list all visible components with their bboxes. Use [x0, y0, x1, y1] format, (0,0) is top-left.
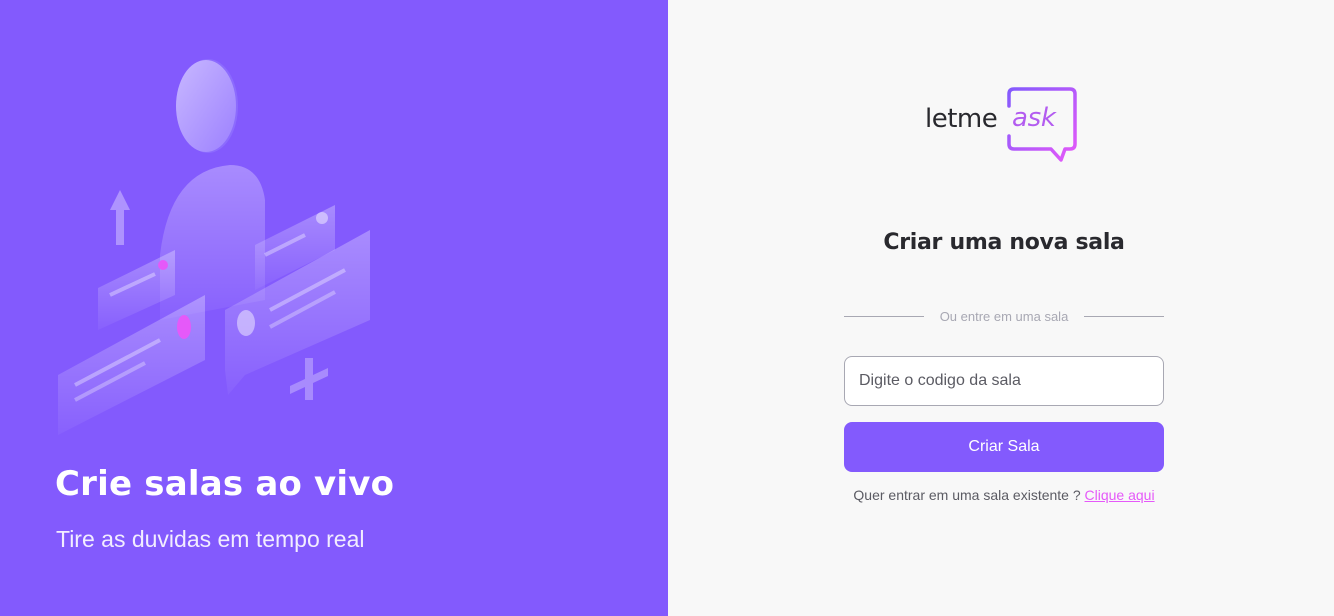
aside-panel: Crie salas ao vivo Tire as duvidas em te… [0, 0, 668, 616]
page-title: Criar uma nova sala [883, 230, 1125, 255]
existing-room-link[interactable]: Clique aqui [1085, 487, 1155, 503]
create-room-button[interactable]: Criar Sala [844, 422, 1164, 472]
separator: Ou entre em uma sala [844, 309, 1164, 324]
separator-text: Ou entre em uma sala [939, 309, 1069, 324]
separator-line-left [844, 316, 924, 317]
question-and-answer-illustration [58, 59, 370, 435]
letmeask-logo: letme ask [919, 86, 1089, 164]
existing-room-prompt: Quer entrar em uma sala existente ? Cliq… [853, 487, 1154, 503]
existing-room-text: Quer entrar em uma sala existente ? [853, 487, 1081, 503]
main-content: letme ask Criar uma nova sala Ou entre e… [844, 86, 1164, 503]
logo-word: letme [925, 104, 998, 134]
aside-title: Crie salas ao vivo [55, 464, 395, 504]
logo-accent-word: ask [1012, 103, 1056, 133]
aside-subtitle: Tire as duvidas em tempo real [56, 526, 365, 552]
main-panel: letme ask Criar uma nova sala Ou entre e… [668, 0, 1334, 616]
room-code-input[interactable] [844, 356, 1164, 406]
separator-line-right [1084, 316, 1164, 317]
